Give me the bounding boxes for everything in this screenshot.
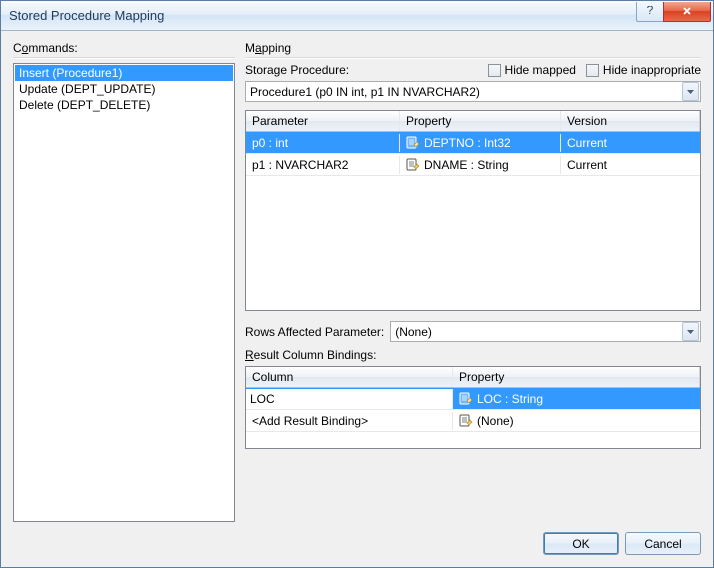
hide-mapped-checkbox[interactable]: Hide mapped: [488, 63, 576, 77]
header-parameter[interactable]: Parameter: [246, 111, 400, 131]
column-cell[interactable]: [246, 389, 453, 409]
header-version[interactable]: Version: [561, 111, 700, 131]
property-cell[interactable]: DEPTNO : Int32: [400, 134, 561, 152]
table-row[interactable]: <Add Result Binding>(None): [246, 410, 700, 432]
dialog-window: Stored Procedure Mapping ? Commands: Ins…: [0, 0, 714, 568]
parameter-grid[interactable]: Parameter Property Version p0 : intDEPTN…: [245, 110, 701, 311]
commands-listbox[interactable]: Insert (Procedure1)Update (DEPT_UPDATE)D…: [13, 63, 235, 522]
version-cell[interactable]: Current: [561, 134, 700, 152]
storage-procedure-label: Storage Procedure:: [245, 63, 349, 77]
grid-header[interactable]: Parameter Property Version: [246, 111, 700, 132]
dropdown-button[interactable]: [682, 82, 699, 101]
column-cell[interactable]: <Add Result Binding>: [246, 412, 453, 430]
chevron-down-icon: [687, 90, 694, 94]
commands-label: Commands:: [13, 41, 235, 55]
rows-affected-combo[interactable]: (None): [390, 321, 701, 342]
header-property[interactable]: Property: [400, 111, 561, 131]
storage-procedure-combo[interactable]: Procedure1 (p0 IN int, p1 IN NVARCHAR2): [245, 81, 701, 102]
close-button[interactable]: [663, 2, 711, 22]
result-bindings-label: Result Column Bindings:: [245, 348, 701, 362]
table-row[interactable]: p0 : intDEPTNO : Int32Current: [246, 132, 700, 154]
version-cell[interactable]: Current: [561, 156, 700, 174]
cancel-button[interactable]: Cancel: [625, 532, 701, 555]
rows-affected-value: (None): [391, 325, 682, 339]
svg-text:?: ?: [647, 6, 654, 16]
rows-affected-label: Rows Affected Parameter:: [245, 325, 384, 339]
parameter-cell[interactable]: p1 : NVARCHAR2: [246, 156, 400, 174]
window-title: Stored Procedure Mapping: [9, 8, 637, 23]
commands-item[interactable]: Insert (Procedure1): [15, 65, 233, 81]
hide-mapped-label: Hide mapped: [505, 63, 576, 77]
checkbox-icon: [488, 64, 501, 77]
hide-inappropriate-label: Hide inappropriate: [603, 63, 701, 77]
dropdown-button[interactable]: [682, 322, 699, 341]
result-grid[interactable]: Column Property LOC : String<Add Result …: [245, 366, 701, 449]
column-input[interactable]: [246, 389, 452, 409]
property-cell[interactable]: LOC : String: [453, 390, 700, 408]
help-button[interactable]: ?: [636, 2, 664, 22]
storage-procedure-value: Procedure1 (p0 IN int, p1 IN NVARCHAR2): [246, 85, 682, 99]
property-cell[interactable]: DNAME : String: [400, 156, 561, 174]
parameter-cell[interactable]: p0 : int: [246, 134, 400, 152]
table-row[interactable]: p1 : NVARCHAR2DNAME : StringCurrent: [246, 154, 700, 176]
commands-item[interactable]: Update (DEPT_UPDATE): [15, 81, 233, 97]
grid-header[interactable]: Column Property: [246, 367, 700, 388]
dialog-footer: OK Cancel: [1, 522, 713, 567]
header-property[interactable]: Property: [453, 367, 700, 387]
title-bar[interactable]: Stored Procedure Mapping ?: [1, 1, 713, 31]
table-row[interactable]: LOC : String: [246, 388, 700, 410]
window-controls: ?: [637, 2, 711, 22]
commands-item[interactable]: Delete (DEPT_DELETE): [15, 97, 233, 113]
header-column[interactable]: Column: [246, 367, 453, 387]
hide-inappropriate-checkbox[interactable]: Hide inappropriate: [586, 63, 701, 77]
checkbox-icon: [586, 64, 599, 77]
divider: [13, 57, 235, 59]
ok-button[interactable]: OK: [543, 532, 619, 555]
property-cell[interactable]: (None): [453, 412, 700, 430]
chevron-down-icon: [687, 330, 694, 334]
divider: [245, 57, 701, 59]
mapping-label: Mapping: [245, 41, 701, 55]
